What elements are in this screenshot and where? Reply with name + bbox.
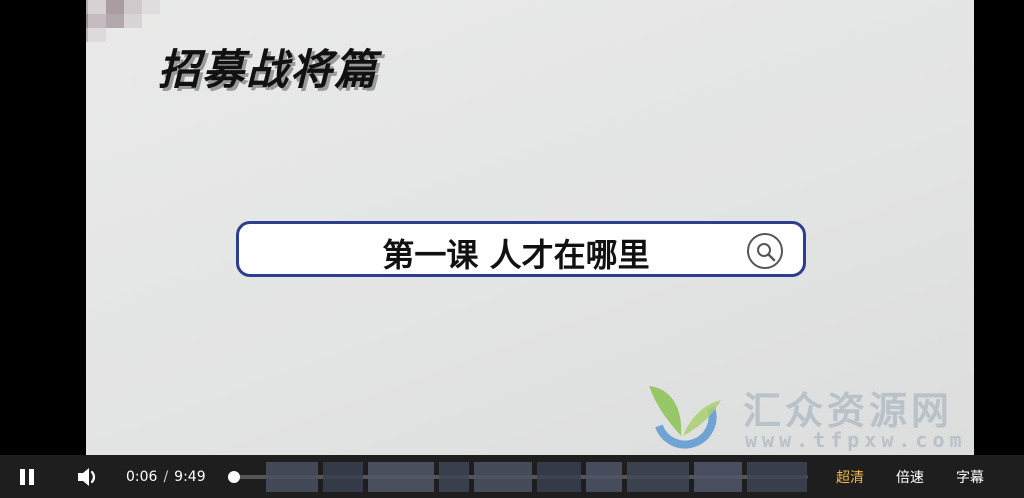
watermark: 汇众资源网 www.tfpxw.com bbox=[641, 378, 974, 453]
speed-button[interactable]: 倍速 bbox=[896, 455, 924, 498]
watermark-name: 汇众资源网 bbox=[743, 389, 954, 433]
volume-icon bbox=[78, 467, 96, 486]
pause-button[interactable] bbox=[18, 455, 40, 498]
quality-button[interactable]: 超清 bbox=[836, 455, 864, 498]
player-control-bar: 0:06 / 9:49 超清 倍速 字幕 bbox=[0, 455, 1024, 498]
time-display: 0:06 / 9:49 bbox=[126, 455, 206, 498]
pause-icon bbox=[20, 468, 34, 485]
current-time: 0:06 bbox=[126, 468, 158, 485]
subtitle-button[interactable]: 字幕 bbox=[956, 455, 984, 498]
video-title-text: 招募战将篇 bbox=[158, 45, 379, 94]
search-icon bbox=[747, 233, 783, 269]
volume-button[interactable] bbox=[76, 455, 102, 498]
blurred-logo bbox=[86, 0, 162, 42]
watermark-url: www.tfpxw.com bbox=[745, 428, 967, 452]
watermark-logo-icon bbox=[649, 386, 721, 449]
duration: 9:49 bbox=[174, 468, 206, 485]
video-frame[interactable]: 招募战将篇 第一课 人才在哪里 汇众资源网 www.tfpxw.com bbox=[86, 0, 974, 455]
blurred-progress-overlay bbox=[266, 455, 811, 498]
progress-knob[interactable] bbox=[228, 471, 241, 483]
time-separator: / bbox=[163, 468, 169, 485]
lesson-title: 第一课 人才在哪里 bbox=[382, 236, 650, 274]
lesson-search-box: 第一课 人才在哪里 bbox=[236, 221, 806, 277]
